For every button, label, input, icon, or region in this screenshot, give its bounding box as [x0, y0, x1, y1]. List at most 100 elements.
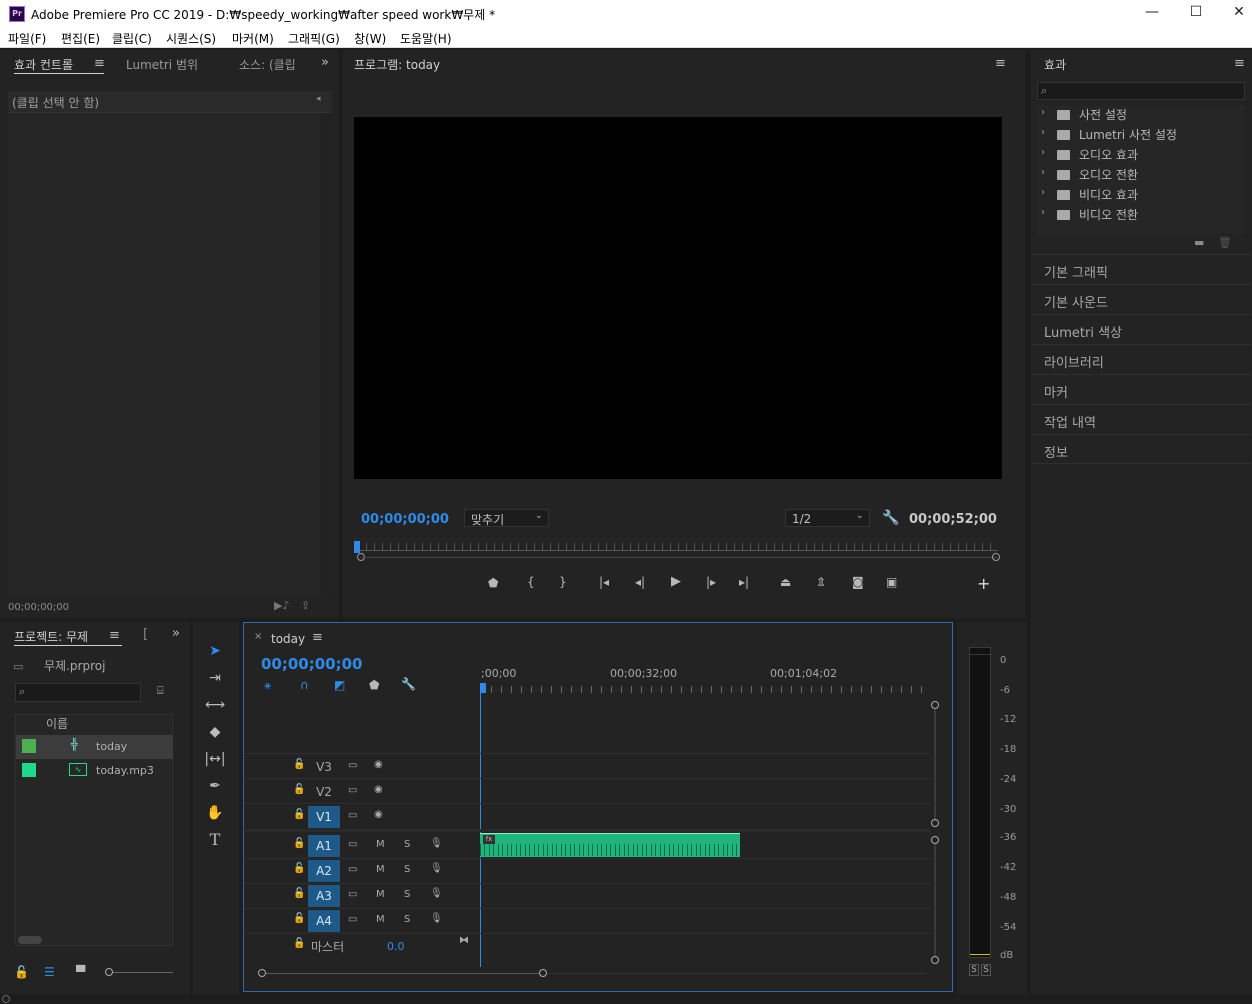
solo-button[interactable]: S — [404, 889, 410, 900]
project-search-input[interactable]: ⌕ — [15, 683, 141, 702]
solo-button[interactable]: S — [404, 864, 410, 875]
menu-graphics[interactable]: 그래픽(G) — [288, 30, 340, 47]
icon-view-icon[interactable]: ▀ — [76, 965, 85, 979]
section-lumetri-color[interactable]: Lumetri 색상 — [1032, 314, 1250, 344]
step-back-icon[interactable]: ◂| — [635, 575, 645, 589]
sync-lock-icon[interactable]: ▭ — [348, 914, 357, 925]
microphone-icon[interactable]: 🎙 — [430, 838, 443, 849]
list-item[interactable]: ∿ today.mp3 — [16, 759, 173, 783]
slip-tool-icon[interactable]: |↔| — [204, 748, 226, 770]
current-timecode[interactable]: 00;00;00;00 — [361, 512, 449, 527]
panel-menu-icon[interactable]: ≡ — [109, 628, 120, 643]
extract-icon[interactable]: ⇭ — [816, 575, 826, 589]
master-volume-value[interactable]: 0.0 — [387, 940, 405, 953]
h-scroll-handle-left[interactable] — [258, 969, 266, 977]
section-essential-sound[interactable]: 기본 사운드 — [1032, 284, 1250, 314]
lock-icon[interactable]: 🔓 — [293, 888, 305, 899]
timeline-tab[interactable]: today — [271, 632, 305, 646]
camera-icon[interactable]: ◙ — [852, 575, 864, 589]
playhead[interactable] — [354, 541, 360, 553]
list-item[interactable]: ╬ today — [16, 735, 173, 759]
label-color-swatch[interactable] — [22, 763, 36, 777]
v-scroll-handle-bottom[interactable] — [931, 819, 939, 827]
lock-icon[interactable]: 🔓 — [293, 938, 305, 949]
mute-button[interactable]: M — [376, 889, 385, 900]
effects-folder-video-effects[interactable]: › 비디오 효과 — [1037, 185, 1245, 205]
razor-tool-icon[interactable]: ◆ — [204, 721, 226, 743]
type-tool-icon[interactable]: T — [204, 829, 226, 851]
eye-icon[interactable]: ◉ — [374, 809, 383, 820]
add-marker-icon[interactable]: ⬟ — [369, 678, 379, 692]
menu-window[interactable]: 창(W) — [354, 30, 386, 47]
solo-right-button[interactable]: S — [981, 964, 991, 976]
microphone-icon[interactable]: 🎙 — [430, 863, 443, 874]
linked-selection-icon[interactable]: ◩ — [334, 678, 345, 692]
project-scrollbar[interactable] — [18, 936, 42, 944]
lock-icon[interactable]: 🔓 — [293, 863, 305, 874]
play-audio-icon[interactable]: ▶♪ — [274, 599, 289, 612]
play-icon[interactable]: ▶ — [671, 574, 681, 589]
solo-button[interactable]: S — [404, 914, 410, 925]
a-scroll-handle-bottom[interactable] — [931, 956, 939, 964]
time-ruler[interactable] — [481, 686, 931, 693]
track-a2[interactable]: A2 — [308, 860, 340, 882]
compare-icon[interactable]: ▣ — [886, 575, 897, 589]
lock-icon[interactable]: 🔓 — [293, 838, 305, 849]
wrench-icon[interactable]: 🔧 — [401, 677, 416, 691]
name-column-header[interactable]: 이름 — [46, 715, 68, 732]
solo-left-button[interactable]: S — [969, 964, 979, 976]
sync-lock-icon[interactable]: ▭ — [348, 889, 357, 900]
export-icon[interactable]: ⇪ — [301, 599, 310, 612]
lock-icon[interactable]: 🔓 — [293, 809, 305, 820]
a-scroll-handle-top[interactable] — [931, 836, 939, 844]
go-to-in-icon[interactable]: |◂ — [599, 575, 609, 589]
tab-effect-controls[interactable]: 효과 컨트롤 — [14, 56, 73, 73]
menu-clip[interactable]: 클립(C) — [112, 30, 152, 47]
v-scroll-handle-top[interactable] — [931, 701, 939, 709]
effects-search-input[interactable]: ⌕ — [1037, 82, 1245, 100]
microphone-icon[interactable]: 🎙 — [430, 888, 443, 899]
find-icon[interactable]: ⌸ — [157, 684, 164, 698]
tab-lumetri-scopes[interactable]: Lumetri 범위 — [126, 56, 198, 73]
solo-button[interactable]: S — [404, 839, 410, 850]
close-button[interactable]: ✕ — [1224, 4, 1252, 20]
program-monitor-title[interactable]: 프로그램: today — [354, 56, 440, 73]
eye-icon[interactable]: ◉ — [374, 759, 383, 770]
effects-folder-video-transitions[interactable]: › 비디오 전환 — [1037, 205, 1245, 225]
pen-tool-icon[interactable]: ✒ — [204, 775, 226, 797]
add-button-icon[interactable]: + — [977, 574, 990, 593]
fit-dropdown[interactable]: 맞추기 ⌄ — [464, 509, 549, 527]
track-a4[interactable]: A4 — [308, 910, 340, 932]
go-to-out-icon[interactable]: ▸| — [739, 575, 749, 589]
tab-source[interactable]: 소스: (클립 — [239, 56, 297, 73]
new-folder-icon[interactable]: ▬ — [1194, 236, 1204, 249]
sync-lock-icon[interactable]: ▭ — [348, 864, 357, 875]
scrub-ruler[interactable] — [358, 543, 998, 551]
add-marker-icon[interactable]: ⬟ — [488, 576, 498, 590]
mark-in-icon[interactable]: { — [527, 575, 535, 589]
wrench-icon[interactable]: 🔧 — [882, 510, 899, 526]
sync-lock-icon[interactable]: ▭ — [348, 839, 357, 850]
effects-folder-audio-transitions[interactable]: › 오디오 전환 — [1037, 165, 1245, 185]
collapse-icon[interactable]: ◂ — [316, 94, 321, 104]
panel-menu-icon[interactable]: ≡ — [94, 56, 105, 71]
mute-button[interactable]: M — [376, 914, 385, 925]
lock-icon[interactable]: 🔓 — [293, 784, 305, 795]
microphone-icon[interactable]: 🎙 — [430, 913, 443, 924]
menu-file[interactable]: 파일(F) — [8, 30, 46, 47]
bowtie-icon[interactable]: ⧓ — [459, 935, 469, 946]
lift-icon[interactable]: ⏏ — [780, 575, 791, 589]
menu-sequence[interactable]: 시퀀스(S) — [166, 30, 216, 47]
h-scrollbar[interactable] — [266, 973, 540, 974]
mark-out-icon[interactable]: } — [559, 575, 567, 589]
trash-icon[interactable]: 🗑 — [1218, 236, 1232, 249]
effects-folder-audio-effects[interactable]: › 오디오 효과 — [1037, 145, 1245, 165]
zoom-slider[interactable] — [113, 972, 173, 973]
track-v2[interactable]: V2 — [308, 781, 340, 803]
audio-clip[interactable]: fx — [480, 833, 740, 857]
selection-tool-icon[interactable]: ➤ — [204, 640, 226, 662]
h-scroll-handle-right[interactable] — [539, 969, 547, 977]
playhead-handle[interactable] — [480, 683, 486, 693]
menu-marker[interactable]: 마커(M) — [232, 30, 274, 47]
step-forward-icon[interactable]: |▸ — [706, 575, 716, 589]
